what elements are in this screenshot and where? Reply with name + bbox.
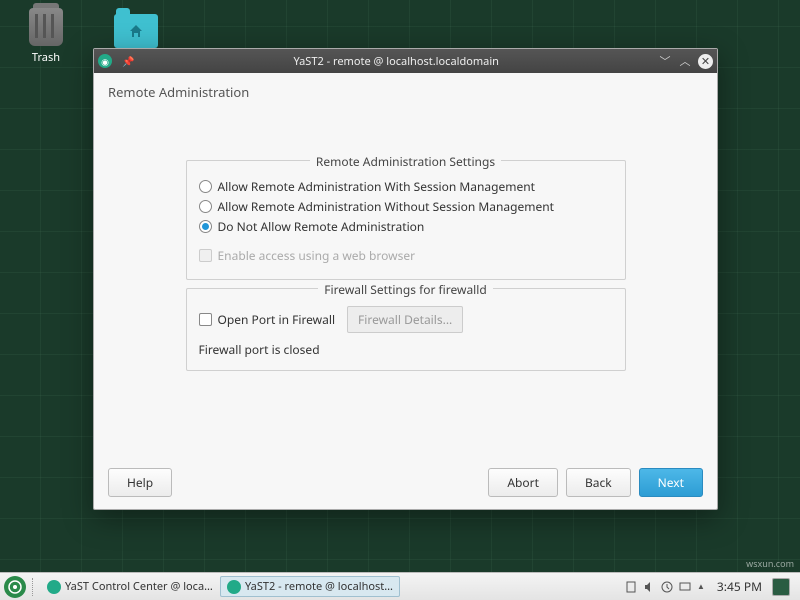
next-button[interactable]: Next (639, 468, 703, 497)
firewall-status: Firewall port is closed (199, 341, 613, 358)
checkbox-icon (199, 249, 212, 262)
clipboard-icon[interactable] (625, 581, 637, 593)
radio-label: Allow Remote Administration With Session… (218, 178, 536, 195)
updates-icon[interactable] (661, 581, 673, 593)
taskbar-item-label: YaST2 - remote @ localhost.locald... (245, 579, 393, 594)
firewall-details-button: Firewall Details... (347, 306, 463, 333)
back-button[interactable]: Back (566, 468, 631, 497)
checkbox-icon (199, 313, 212, 326)
window-title: YaST2 - remote @ localhost.localdomain (134, 54, 658, 69)
radio-icon (199, 180, 212, 193)
radio-with-session-mgmt[interactable]: Allow Remote Administration With Session… (199, 178, 613, 195)
radio-label: Do Not Allow Remote Administration (218, 218, 425, 235)
radio-without-session-mgmt[interactable]: Allow Remote Administration Without Sess… (199, 198, 613, 215)
app-icon (227, 580, 241, 594)
abort-button[interactable]: Abort (488, 468, 558, 497)
volume-icon[interactable] (643, 581, 655, 593)
checkbox-label: Open Port in Firewall (218, 311, 336, 328)
desktop-icon-label: Trash (14, 50, 78, 65)
checkbox-label: Enable access using a web browser (218, 247, 416, 264)
network-icon[interactable] (679, 581, 691, 593)
trash-icon (29, 8, 63, 46)
taskbar-item-yast-remote[interactable]: YaST2 - remote @ localhost.locald... (220, 576, 400, 597)
remote-admin-group: Remote Administration Settings Allow Rem… (186, 160, 626, 280)
pin-icon[interactable]: 📌 (122, 54, 134, 68)
minimize-icon[interactable]: ﹀ (658, 54, 672, 68)
group-title: Remote Administration Settings (310, 153, 501, 170)
taskbar-item-yast-control[interactable]: YaST Control Center @ localhost.lo... (40, 576, 220, 597)
radio-do-not-allow[interactable]: Do Not Allow Remote Administration (199, 218, 613, 235)
firewall-group: Firewall Settings for firewalld Open Por… (186, 288, 626, 371)
clock[interactable]: 3:45 PM (717, 578, 762, 595)
folder-home-icon (114, 14, 158, 48)
desktop-icon-trash[interactable]: Trash (14, 8, 78, 65)
window-content: Remote Administration Remote Administrat… (94, 73, 717, 509)
taskbar: YaST Control Center @ localhost.lo... Ya… (0, 572, 800, 600)
show-desktop-button[interactable] (772, 578, 790, 596)
group-title: Firewall Settings for firewalld (318, 281, 493, 298)
maximize-icon[interactable]: ︿ (678, 54, 692, 68)
taskbar-item-label: YaST Control Center @ localhost.lo... (65, 579, 213, 594)
desktop-icon-home[interactable] (104, 8, 168, 52)
close-icon[interactable]: ✕ (698, 54, 713, 69)
wizard-footer: Help Abort Back Next (108, 460, 703, 497)
system-tray: ▲ 3:45 PM (625, 578, 796, 596)
start-menu-button[interactable] (4, 576, 26, 598)
yast-window: ◉ 📌 YaST2 - remote @ localhost.localdoma… (93, 48, 718, 510)
watermark: wsxun.com (746, 557, 794, 570)
app-icon (47, 580, 61, 594)
radio-icon (199, 200, 212, 213)
page-title: Remote Administration (108, 83, 703, 101)
separator (32, 578, 38, 596)
app-icon: ◉ (98, 54, 112, 68)
checkbox-open-port[interactable]: Open Port in Firewall (199, 311, 336, 328)
chevron-up-icon[interactable]: ▲ (697, 581, 705, 592)
window-titlebar[interactable]: ◉ 📌 YaST2 - remote @ localhost.localdoma… (94, 49, 717, 73)
radio-label: Allow Remote Administration Without Sess… (218, 198, 555, 215)
checkbox-web-browser: Enable access using a web browser (199, 247, 613, 264)
radio-icon-selected (199, 220, 212, 233)
help-button[interactable]: Help (108, 468, 172, 497)
